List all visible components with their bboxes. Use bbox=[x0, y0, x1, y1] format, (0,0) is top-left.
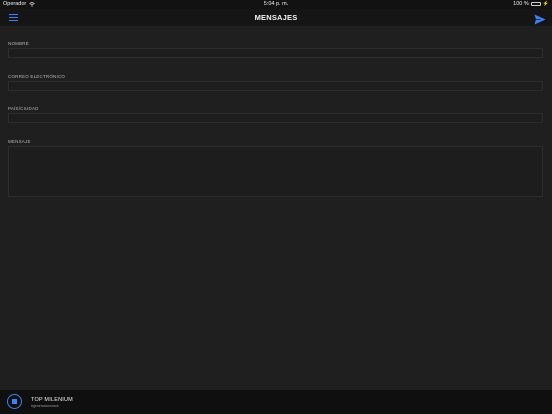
status-right: 100 % ⚡ bbox=[513, 1, 549, 7]
email-label: CORREO ELECTRÓNICO bbox=[8, 74, 66, 79]
battery-icon bbox=[530, 2, 541, 6]
status-bar: Operador 5:04 p. m. 100 % ⚡ bbox=[0, 0, 552, 9]
station-name: TOP MILENIUM bbox=[31, 397, 73, 403]
charging-icon: ⚡ bbox=[542, 1, 549, 7]
send-icon[interactable] bbox=[534, 12, 546, 25]
page-title: MENSAJES bbox=[254, 13, 298, 22]
clock: 5:04 p. m. bbox=[263, 1, 289, 7]
player-bar: TOP MILENIUM #generacioncrack bbox=[0, 390, 552, 414]
navigation-bar: MENSAJES bbox=[0, 9, 552, 26]
location-label: PAÍS/CIUDAD bbox=[8, 106, 39, 111]
stop-icon bbox=[12, 399, 17, 404]
station-subtitle: #generacioncrack bbox=[31, 404, 59, 408]
location-field[interactable] bbox=[8, 113, 543, 123]
message-label: MENSAJE bbox=[8, 139, 31, 144]
message-field[interactable] bbox=[8, 146, 543, 197]
stop-button[interactable] bbox=[7, 394, 22, 409]
email-field[interactable] bbox=[8, 81, 543, 91]
name-field[interactable] bbox=[8, 48, 543, 58]
name-label: NOMBRE bbox=[8, 41, 29, 46]
battery-percent: 100 % bbox=[513, 1, 529, 7]
